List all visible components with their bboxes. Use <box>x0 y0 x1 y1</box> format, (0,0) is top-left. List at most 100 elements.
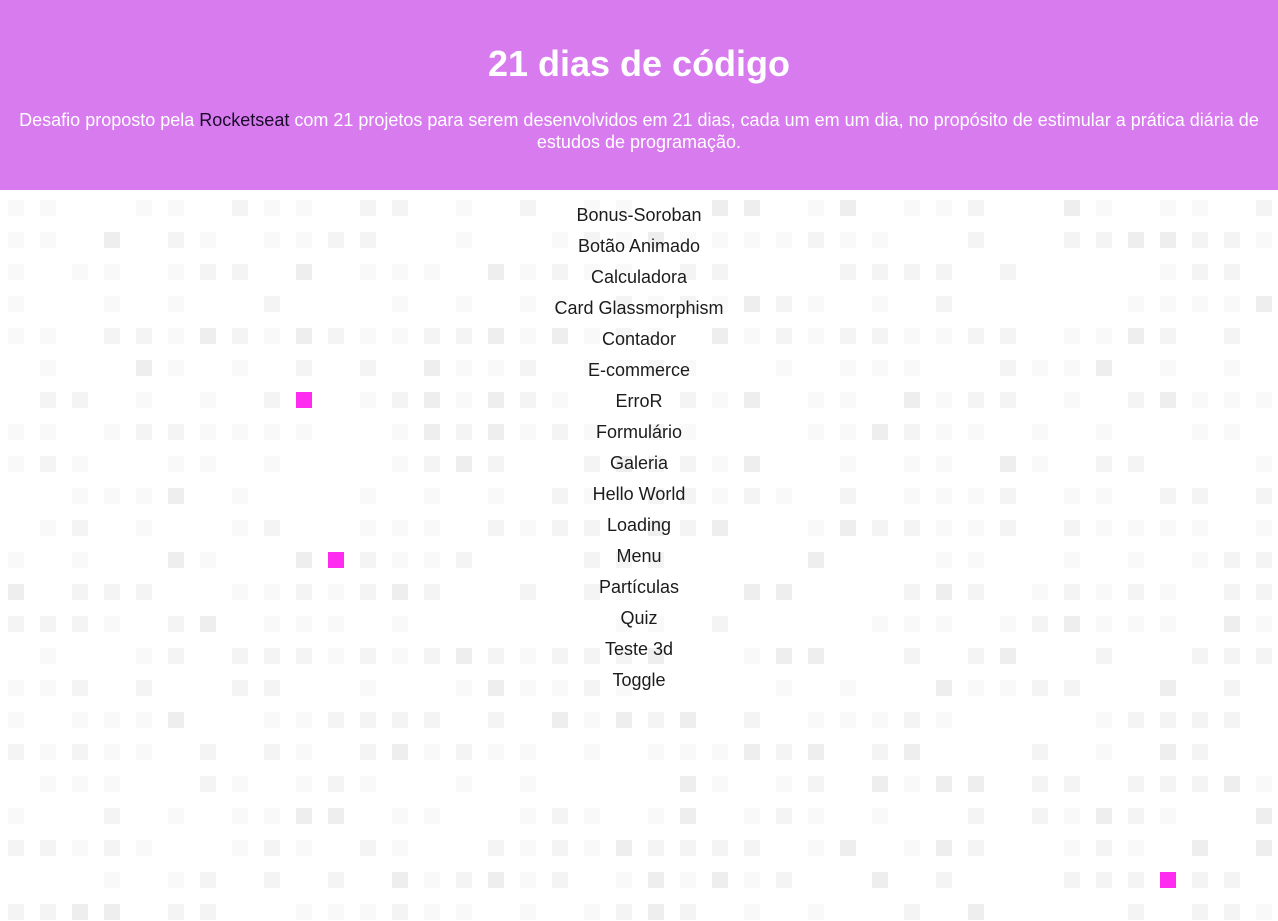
grid-square <box>1256 904 1272 920</box>
grid-square <box>1160 808 1176 824</box>
project-link-hello-world[interactable]: Hello World <box>593 484 686 504</box>
grid-square <box>904 712 920 728</box>
project-link-e-commerce[interactable]: E-commerce <box>588 360 690 380</box>
rocketseat-link[interactable]: Rocketseat <box>199 110 289 130</box>
grid-square <box>168 904 184 920</box>
grid-square <box>40 904 56 920</box>
project-link-bonus-soroban[interactable]: Bonus-Soroban <box>576 205 701 225</box>
grid-square <box>680 904 696 920</box>
grid-square <box>552 712 568 728</box>
project-link-error[interactable]: ErroR <box>615 391 662 411</box>
project-link-galeria[interactable]: Galeria <box>610 453 668 473</box>
grid-square <box>616 904 632 920</box>
project-link-loading[interactable]: Loading <box>607 515 671 535</box>
grid-square <box>648 840 664 856</box>
grid-square <box>552 872 568 888</box>
grid-square <box>808 808 824 824</box>
grid-square <box>744 712 760 728</box>
grid-square <box>168 712 184 728</box>
grid-square <box>1064 872 1080 888</box>
grid-square <box>168 808 184 824</box>
project-link-particulas[interactable]: Partículas <box>599 577 679 597</box>
list-item: Partículas <box>0 572 1278 603</box>
grid-square <box>936 840 952 856</box>
grid-square <box>968 776 984 792</box>
grid-square <box>488 840 504 856</box>
grid-square <box>392 840 408 856</box>
grid-square <box>648 904 664 920</box>
grid-square <box>328 872 344 888</box>
grid-square <box>584 744 600 760</box>
project-link-formulario[interactable]: Formulário <box>596 422 682 442</box>
grid-square <box>904 904 920 920</box>
grid-square <box>744 872 760 888</box>
grid-square <box>552 808 568 824</box>
grid-square <box>1192 872 1208 888</box>
grid-square <box>200 872 216 888</box>
project-link-menu[interactable]: Menu <box>616 546 661 566</box>
project-link-card-glassmorphism[interactable]: Card Glassmorphism <box>554 298 723 318</box>
grid-square <box>424 744 440 760</box>
grid-square <box>968 840 984 856</box>
grid-square <box>264 744 280 760</box>
grid-square <box>1256 840 1272 856</box>
grid-square <box>488 712 504 728</box>
grid-square <box>520 808 536 824</box>
grid-square <box>1064 776 1080 792</box>
list-item: Formulário <box>0 417 1278 448</box>
grid-square <box>1224 872 1240 888</box>
grid-square <box>744 808 760 824</box>
grid-square <box>1064 808 1080 824</box>
list-item: Contador <box>0 324 1278 355</box>
project-link-contador[interactable]: Contador <box>602 329 676 349</box>
grid-square <box>392 808 408 824</box>
grid-square <box>8 840 24 856</box>
grid-square <box>8 744 24 760</box>
list-item: Teste 3d <box>0 634 1278 665</box>
list-item: Toggle <box>0 665 1278 696</box>
grid-square <box>1192 840 1208 856</box>
grid-square <box>40 776 56 792</box>
grid-square <box>616 872 632 888</box>
grid-square <box>1160 776 1176 792</box>
grid-square <box>328 904 344 920</box>
grid-square <box>136 744 152 760</box>
grid-square <box>488 872 504 888</box>
grid-square <box>296 776 312 792</box>
grid-square <box>136 840 152 856</box>
grid-square <box>680 840 696 856</box>
grid-square <box>1128 712 1144 728</box>
grid-square <box>712 840 728 856</box>
grid-square <box>72 744 88 760</box>
project-link-toggle[interactable]: Toggle <box>612 670 665 690</box>
grid-square <box>680 776 696 792</box>
grid-square <box>424 712 440 728</box>
grid-square <box>424 872 440 888</box>
grid-square <box>1192 712 1208 728</box>
grid-square <box>904 744 920 760</box>
grid-square <box>40 840 56 856</box>
grid-square <box>808 904 824 920</box>
grid-square <box>1096 872 1112 888</box>
list-item: ErroR <box>0 386 1278 417</box>
list-item: Botão Animado <box>0 231 1278 262</box>
grid-square <box>296 840 312 856</box>
project-link-calculadora[interactable]: Calculadora <box>591 267 687 287</box>
grid-square <box>392 712 408 728</box>
grid-square <box>936 776 952 792</box>
grid-square <box>232 808 248 824</box>
grid-square <box>1096 712 1112 728</box>
grid-square <box>872 744 888 760</box>
grid-square <box>712 744 728 760</box>
grid-square <box>72 712 88 728</box>
project-link-quiz[interactable]: Quiz <box>620 608 657 628</box>
grid-square <box>904 776 920 792</box>
grid-square <box>104 872 120 888</box>
project-link-botao-animado[interactable]: Botão Animado <box>578 236 700 256</box>
grid-square <box>1032 808 1048 824</box>
grid-square <box>808 712 824 728</box>
project-link-teste-3d[interactable]: Teste 3d <box>605 639 673 659</box>
grid-square <box>104 904 120 920</box>
grid-square <box>8 808 24 824</box>
grid-square <box>680 712 696 728</box>
